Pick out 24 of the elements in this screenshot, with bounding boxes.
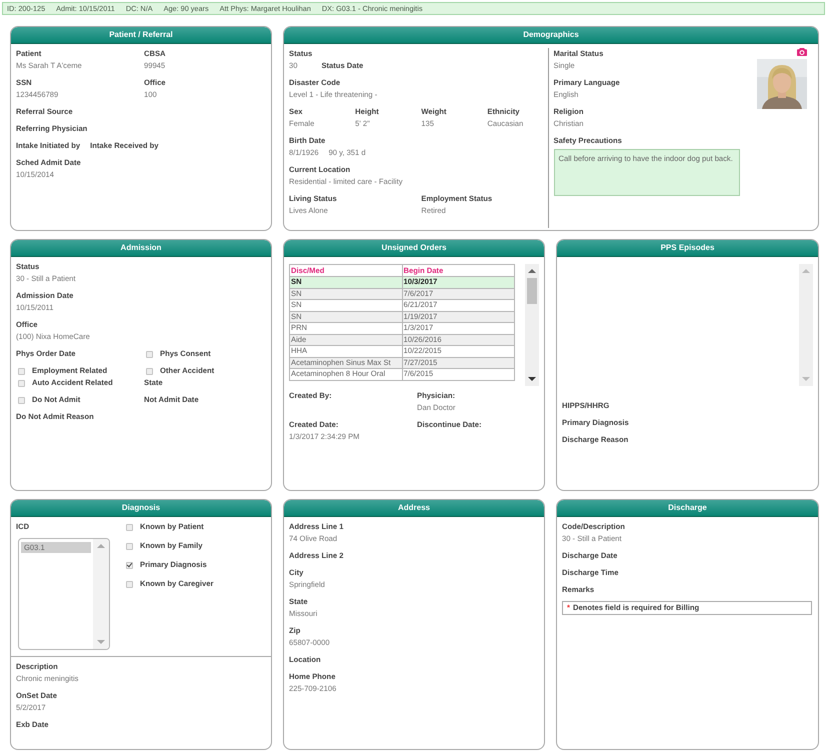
checkbox[interactable] bbox=[126, 562, 133, 568]
panel-header: Diagnosis bbox=[11, 500, 271, 517]
panel-header: Patient / Referral bbox=[11, 27, 271, 44]
checkbox[interactable] bbox=[146, 350, 153, 358]
checkbox[interactable] bbox=[18, 368, 25, 374]
checkbox[interactable] bbox=[18, 380, 25, 386]
panel-header: Discharge bbox=[557, 500, 818, 517]
scrollbar-thumb[interactable] bbox=[527, 278, 537, 304]
checkbox[interactable] bbox=[146, 368, 153, 374]
scroll-up-icon[interactable] bbox=[528, 269, 536, 273]
scroll-down-icon[interactable] bbox=[528, 377, 536, 381]
checkbox[interactable] bbox=[18, 396, 25, 404]
checkbox[interactable] bbox=[126, 524, 133, 530]
panel-header: Address bbox=[284, 500, 544, 517]
panel-header: Demographics bbox=[284, 27, 818, 44]
scrollbar[interactable] bbox=[525, 264, 539, 386]
panel-header: PPS Episodes bbox=[557, 240, 818, 257]
checkbox[interactable] bbox=[126, 542, 133, 550]
panel-header: Unsigned Orders bbox=[284, 240, 544, 257]
panel-header: Admission bbox=[11, 240, 271, 257]
scrollbar[interactable] bbox=[93, 539, 109, 649]
camera-icon[interactable] bbox=[797, 48, 807, 56]
checkbox[interactable] bbox=[126, 580, 133, 588]
scroll-up-icon[interactable] bbox=[97, 544, 105, 548]
